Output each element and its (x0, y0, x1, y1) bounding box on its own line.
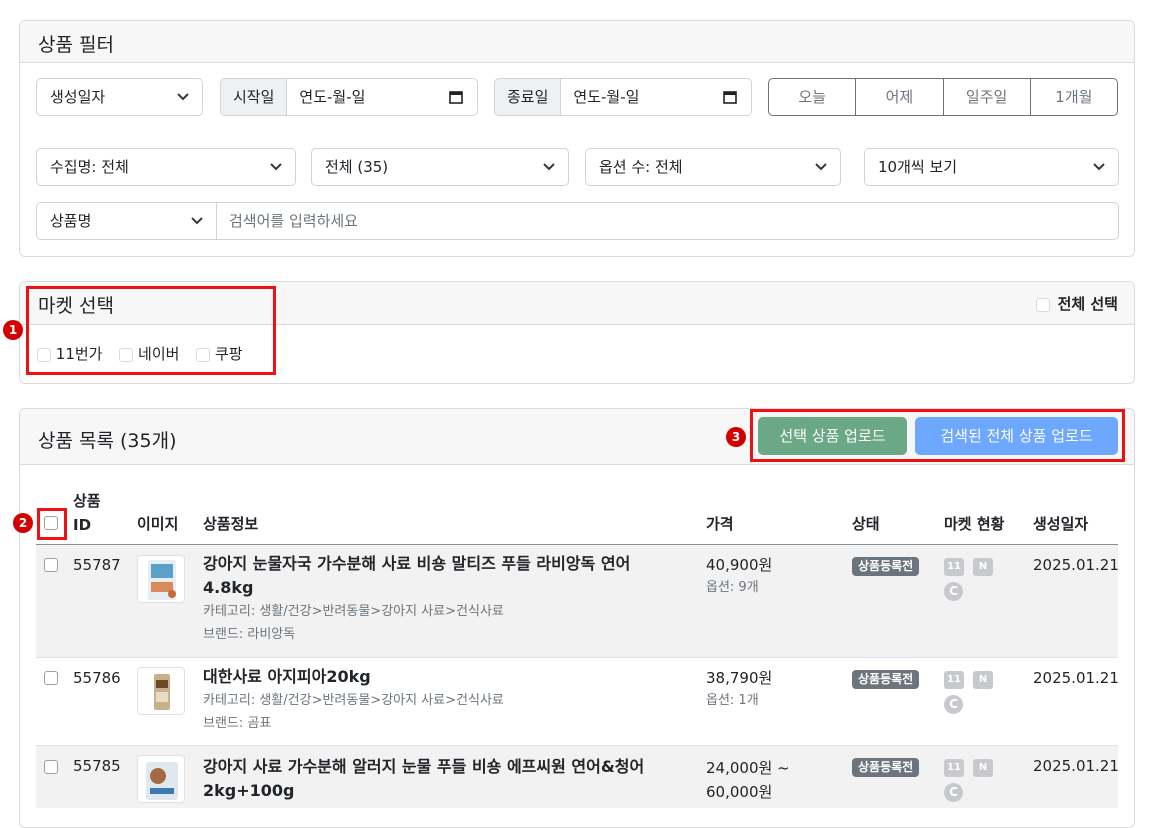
col-id: 상품 ID (73, 492, 101, 534)
row-checkbox[interactable] (44, 760, 58, 774)
product-thumbnail[interactable] (137, 555, 185, 603)
elevenst-icon: 11 (944, 671, 964, 689)
month-button[interactable]: 1개월 (1031, 79, 1117, 115)
annotation-badge-1: 1 (3, 320, 23, 340)
table-row[interactable]: 55786 대한사료 아지피아20kg 카테고리: 생활/건강>반려동물>강아지… (36, 658, 1119, 746)
col-market: 마켓 현황 (944, 515, 1005, 533)
status-badge: 상품등록전 (852, 670, 920, 689)
chevron-down-icon (177, 93, 189, 101)
page-size-select[interactable]: 10개씩 보기 (864, 148, 1119, 186)
chevron-down-icon (1093, 163, 1105, 171)
yesterday-button[interactable]: 어제 (856, 79, 944, 115)
product-image (146, 762, 178, 800)
naver-icon: N (973, 759, 993, 777)
coupang-icon: C (944, 783, 963, 802)
product-image (154, 674, 170, 710)
search-field-select[interactable]: 상품명 (37, 203, 217, 239)
created-date: 2025.01.21 (1033, 669, 1119, 687)
product-name[interactable]: 강아지 눈물자국 가수분해 사료 비숑 말티즈 푸들 라비앙독 연어 4.8kg (203, 552, 693, 600)
search-group: 상품명 검색어를 입력하세요 (36, 202, 1119, 240)
filter-header: 상품 필터 (20, 21, 1134, 63)
col-price: 가격 (706, 515, 734, 533)
product-category: 카테고리: 생활/건강>반려동물>강아지 사료>건식사료 (203, 604, 504, 619)
elevenst-icon: 11 (944, 558, 964, 576)
calendar-icon[interactable] (723, 90, 737, 104)
table-row[interactable]: 55787 강아지 눈물자국 가수분해 사료 비숑 말티즈 푸들 라비앙독 연어… (36, 545, 1119, 658)
annotation-box-3 (750, 409, 1125, 462)
collection-select[interactable]: 수집명: 전체 (36, 148, 296, 186)
product-image (148, 560, 176, 600)
product-brand: 브랜드: 곰표 (203, 716, 272, 731)
product-info: 강아지 사료 가수분해 알러지 눈물 푸들 비숑 에프씨원 연어&청어 2kg+… (203, 755, 693, 803)
date-type-select[interactable]: 생성일자 (36, 78, 203, 116)
status-badge: 상품등록전 (852, 758, 920, 777)
product-info: 강아지 눈물자국 가수분해 사료 비숑 말티즈 푸들 라비앙독 연어 4.8kg… (203, 552, 693, 646)
product-list-title: 상품 목록 (35개) (38, 430, 177, 452)
naver-icon: N (973, 558, 993, 576)
product-name[interactable]: 강아지 사료 가수분해 알러지 눈물 푸들 비숑 에프씨원 연어&청어 2kg+… (203, 755, 693, 803)
option-count-select[interactable]: 옵션 수: 전체 (585, 148, 841, 186)
row-checkbox[interactable] (44, 671, 58, 685)
product-id: 55787 (73, 556, 121, 574)
end-date-input[interactable]: 연도-월-일 (561, 79, 751, 115)
start-date-input[interactable]: 연도-월-일 (287, 79, 477, 115)
product-id: 55785 (73, 757, 121, 775)
product-price: 40,900원 옵션: 9개 (706, 556, 773, 595)
product-brand: 브랜드: 라비앙독 (203, 627, 296, 642)
status-select[interactable]: 전체 (35) (311, 148, 569, 186)
product-category: 카테고리: 생활/건강>반려동물>강아지 사료>건식사료 (203, 693, 504, 708)
filter-card: 상품 필터 생성일자 시작일 연도-월-일 종료일 연도-월-일 오늘 어제 일… (19, 20, 1135, 257)
col-image: 이미지 (137, 515, 179, 533)
status-badge: 상품등록전 (852, 557, 920, 576)
annotation-box-2 (37, 508, 67, 540)
end-date-label: 종료일 (495, 79, 562, 115)
chevron-down-icon (191, 217, 203, 225)
search-input[interactable]: 검색어를 입력하세요 (217, 203, 1118, 239)
coupang-icon: C (944, 582, 963, 601)
product-id: 55786 (73, 669, 121, 687)
chevron-down-icon (543, 163, 555, 171)
product-name[interactable]: 대한사료 아지피아20kg (203, 665, 693, 689)
quick-date-buttons: 오늘 어제 일주일 1개월 (768, 78, 1118, 116)
product-info: 대한사료 아지피아20kg 카테고리: 생활/건강>반려동물>강아지 사료>건식… (203, 665, 693, 735)
filter-title: 상품 필터 (38, 34, 114, 56)
checkbox[interactable] (1035, 297, 1050, 312)
annotation-box-1 (26, 286, 276, 375)
elevenst-icon: 11 (944, 759, 964, 777)
product-thumbnail[interactable] (137, 755, 185, 803)
col-status: 상태 (852, 515, 880, 533)
today-button[interactable]: 오늘 (769, 79, 857, 115)
select-all-checkbox[interactable]: 전체 선택 (1035, 293, 1118, 314)
week-button[interactable]: 일주일 (944, 79, 1031, 115)
row-checkbox[interactable] (44, 558, 58, 572)
naver-icon: N (973, 671, 993, 689)
start-date-group: 시작일 연도-월-일 (220, 78, 478, 116)
col-info: 상품정보 (203, 515, 259, 533)
chevron-down-icon (815, 163, 827, 171)
created-date: 2025.01.21 (1033, 556, 1119, 574)
end-date-group: 종료일 연도-월-일 (494, 78, 752, 116)
annotation-badge-2: 2 (13, 513, 33, 533)
start-date-label: 시작일 (221, 79, 288, 115)
table-row[interactable]: 55785 강아지 사료 가수분해 알러지 눈물 푸들 비숑 에프씨원 연어&청… (36, 746, 1119, 808)
col-created: 생성일자 (1033, 515, 1089, 533)
created-date: 2025.01.21 (1033, 757, 1119, 775)
annotation-badge-3: 3 (726, 427, 746, 447)
chevron-down-icon (270, 163, 282, 171)
product-price: 24,000원 ~ 60,000원 (706, 759, 790, 801)
product-thumbnail[interactable] (137, 667, 185, 715)
coupang-icon: C (944, 695, 963, 714)
calendar-icon[interactable] (449, 90, 463, 104)
product-price: 38,790원 옵션: 1개 (706, 669, 773, 708)
